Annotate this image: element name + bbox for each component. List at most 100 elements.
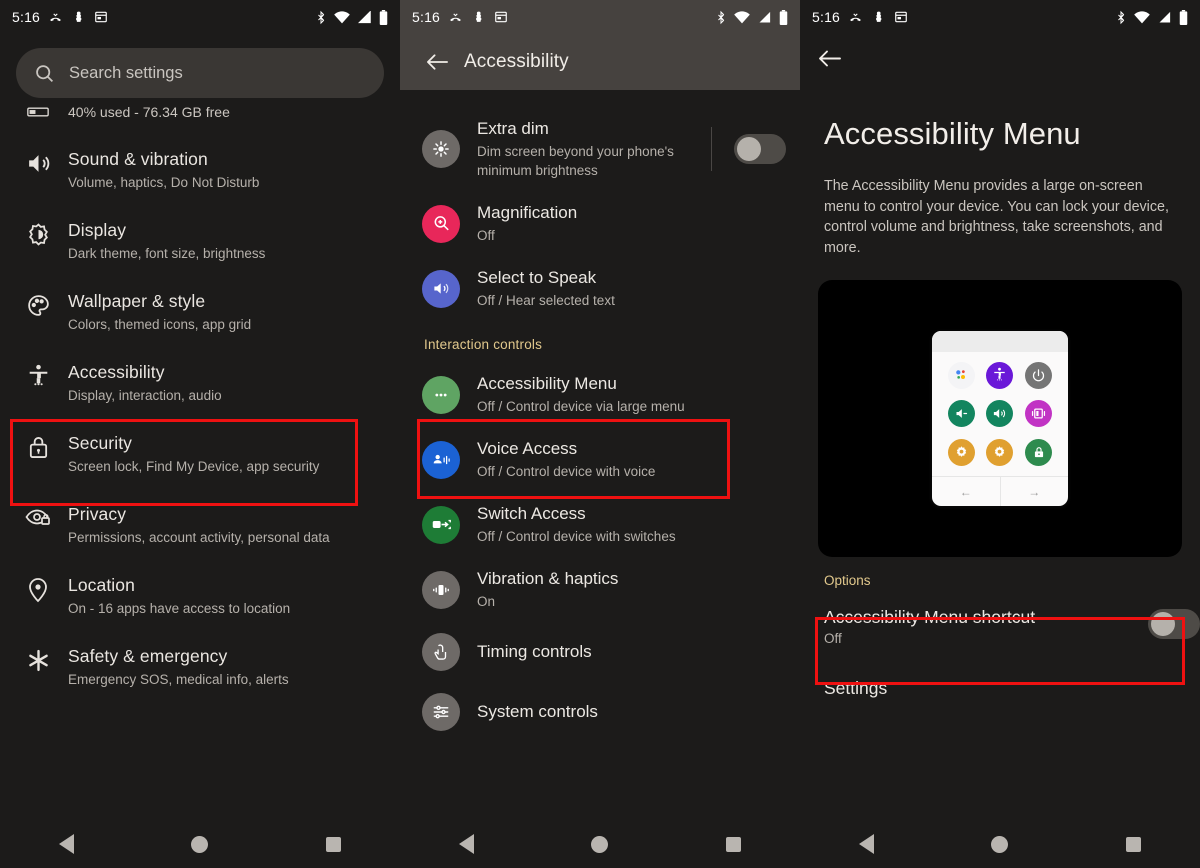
settings-row-sound[interactable]: Sound & vibration Volume, haptics, Do No…	[0, 134, 400, 205]
storage-bar-icon	[16, 107, 60, 117]
preview-button-grid	[932, 352, 1068, 476]
preview-nav-prev: ←	[932, 477, 1001, 506]
status-bar-clock: 5:16	[812, 9, 841, 25]
voice-access-icon	[422, 440, 460, 479]
nav-recents-icon[interactable]	[326, 836, 342, 852]
palette-icon	[16, 289, 60, 318]
options-section-label: Options	[824, 573, 871, 588]
settings-row-security[interactable]: Security Screen lock, Find My Device, ap…	[0, 418, 400, 489]
settings-row-display[interactable]: Display Dark theme, font size, brightnes…	[0, 205, 400, 276]
settings-row-subtitle: On - 16 apps have access to location	[68, 601, 291, 616]
accessibility-menu-shortcut-toggle[interactable]	[1148, 608, 1200, 639]
quick-settings-gear-icon	[986, 439, 1014, 467]
select-to-speak-icon	[422, 269, 460, 308]
do-not-disturb-icon	[472, 10, 485, 24]
bluetooth-icon	[315, 10, 327, 25]
extra-dim-toggle[interactable]	[734, 134, 786, 164]
nav-back-icon[interactable]	[458, 834, 474, 854]
shortcut-title: Accessibility Menu shortcut	[824, 607, 1036, 627]
row-title: Accessibility Menu	[477, 374, 617, 393]
power-icon	[1025, 361, 1053, 389]
preview-phone-nav: ← →	[932, 476, 1068, 506]
accessibility-person-icon	[16, 360, 60, 391]
nav-back-icon[interactable]	[858, 834, 874, 854]
row-title: Extra dim	[477, 119, 549, 138]
settings-row-subtitle: Screen lock, Find My Device, app securit…	[68, 459, 320, 474]
row-title: Switch Access	[477, 504, 586, 523]
preview-phone-mock: ← →	[932, 331, 1068, 506]
accessibility-row-timing-controls[interactable]: Timing controls	[400, 622, 800, 682]
volume-down-icon	[947, 400, 975, 428]
battery-icon	[779, 9, 788, 25]
row-title: Timing controls	[477, 642, 592, 661]
assistant-icon	[947, 361, 975, 389]
lock-icon	[16, 431, 60, 460]
panel-accessibility-menu-detail: 5:16 Accessibility Menu The Accessibilit…	[800, 0, 1200, 868]
settings-row-title: Safety & emergency	[68, 646, 228, 666]
settings-gear-icon	[947, 439, 975, 467]
nav-home-icon[interactable]	[191, 835, 209, 853]
accessibility-menu-dots-icon	[422, 375, 460, 414]
brightness-slider-icon	[1025, 400, 1053, 428]
preview-phone-statusbar	[932, 331, 1068, 352]
cellular-signal-icon	[357, 10, 372, 24]
status-bar-left: 5:16	[0, 0, 400, 34]
bluetooth-icon	[1115, 10, 1127, 25]
storage-summary-row[interactable]: 40% used - 76.34 GB free	[0, 98, 400, 130]
search-placeholder: Search settings	[69, 63, 183, 82]
nav-home-icon[interactable]	[991, 835, 1009, 853]
nav-back-icon[interactable]	[58, 834, 74, 854]
accessibility-row-magnification[interactable]: Magnification Off	[400, 191, 800, 256]
preview-nav-next: →	[1028, 484, 1041, 499]
nav-recents-icon[interactable]	[726, 836, 742, 852]
cellular-signal-icon	[757, 11, 772, 24]
timing-controls-icon	[422, 633, 460, 671]
accessibility-row-select-to-speak[interactable]: Select to Speak Off / Hear selected text	[400, 256, 800, 321]
accessibility-row-system-controls[interactable]: System controls	[400, 682, 800, 742]
accessibility-menu-shortcut-row[interactable]: Accessibility Menu shortcut Off	[800, 592, 1200, 660]
missed-call-icon	[848, 11, 863, 24]
status-bar-right: 5:16	[800, 0, 1200, 34]
accessibility-row-accessibility-menu[interactable]: Accessibility Menu Off / Control device …	[400, 362, 800, 427]
back-button-right[interactable]	[800, 34, 1200, 74]
system-controls-icon	[422, 693, 460, 731]
calendar-icon	[894, 10, 908, 24]
row-title: System controls	[477, 702, 598, 721]
row-subtitle: On	[477, 594, 496, 609]
settings-row-safety[interactable]: Safety & emergency Emergency SOS, medica…	[0, 631, 400, 702]
nav-recents-icon[interactable]	[1126, 836, 1142, 852]
storage-summary-text: 40% used - 76.34 GB free	[68, 104, 230, 120]
settings-row-wallpaper[interactable]: Wallpaper & style Colors, themed icons, …	[0, 276, 400, 347]
do-not-disturb-icon	[872, 10, 885, 24]
settings-row-subtitle: Permissions, account activity, personal …	[68, 530, 330, 545]
settings-row-subtitle: Display, interaction, audio	[68, 388, 222, 403]
accessibility-row-voice-access[interactable]: Voice Access Off / Control device with v…	[400, 427, 800, 492]
search-icon	[34, 63, 55, 84]
do-not-disturb-icon	[72, 10, 85, 24]
settings-row-privacy[interactable]: Privacy Permissions, account activity, p…	[0, 489, 400, 560]
row-subtitle: Off	[477, 228, 495, 243]
bluetooth-icon	[715, 10, 727, 25]
lock-screen-icon	[1025, 439, 1053, 467]
page-description: The Accessibility Menu provides a large …	[824, 178, 1169, 256]
nav-home-icon[interactable]	[591, 835, 609, 853]
settings-row-location[interactable]: Location On - 16 apps have access to loc…	[0, 560, 400, 631]
accessibility-row-vibration[interactable]: Vibration & haptics On	[400, 557, 800, 622]
settings-row-accessibility[interactable]: Accessibility Display, interaction, audi…	[0, 347, 400, 418]
cellular-signal-icon	[1157, 11, 1172, 24]
accessibility-row-extra-dim[interactable]: Extra dim Dim screen beyond your phone's…	[400, 90, 800, 191]
panel-accessibility-list: 5:16 Accessibility Extra dim Dim screen …	[400, 0, 800, 868]
accessibility-row-switch-access[interactable]: Switch Access Off / Control device with …	[400, 492, 800, 557]
row-subtitle: Off / Control device with switches	[477, 529, 676, 544]
shortcut-state: Off	[824, 631, 842, 646]
volume-icon	[16, 147, 60, 176]
panel-settings-home: 5:16 Search settings 40% used - 76.34 GB…	[0, 0, 400, 868]
settings-row-title: Wallpaper & style	[68, 291, 206, 311]
settings-link[interactable]: Settings	[800, 660, 1200, 699]
search-settings-input[interactable]: Search settings	[16, 48, 384, 98]
row-subtitle: Off / Control device with voice	[477, 464, 656, 479]
arrow-back-icon[interactable]	[416, 52, 458, 72]
volume-up-icon	[986, 400, 1014, 428]
settings-row-title: Sound & vibration	[68, 149, 208, 169]
settings-row-title: Display	[68, 220, 127, 240]
